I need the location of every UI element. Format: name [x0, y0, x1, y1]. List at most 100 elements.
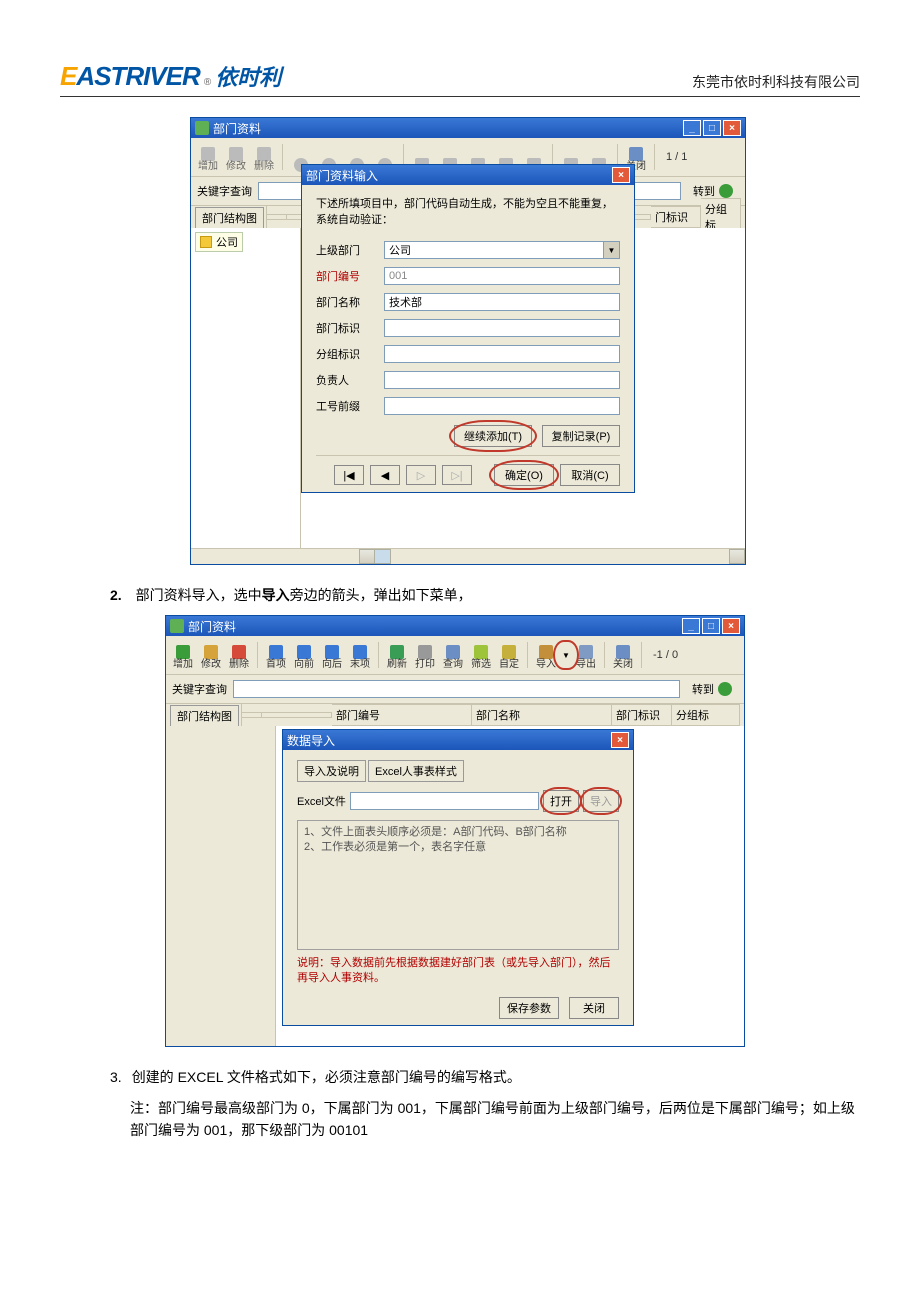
- search-row: 关键字查询 转到: [166, 675, 744, 704]
- col-group-flag[interactable]: 分组标: [672, 704, 740, 726]
- input-owner[interactable]: [384, 371, 620, 389]
- modal-data-import: 数据导入 × 导入及说明 Excel人事表样式 Excel文件 打开: [282, 729, 634, 1026]
- prev-button[interactable]: 向前: [291, 640, 317, 670]
- import-dropdown-arrow[interactable]: ▼: [561, 640, 571, 670]
- scroll-right-button[interactable]: [729, 549, 745, 564]
- modal-titlebar[interactable]: 部门资料输入 ×: [302, 165, 634, 185]
- logo-cn: 依时利: [215, 60, 281, 92]
- window-title: 部门资料: [213, 120, 261, 137]
- window-dept-info-2: 部门资料 _ □ × 增加 修改 删除 首项 向前 向后 末项 刷新 打印 查询…: [165, 615, 745, 1047]
- col-dept-flag[interactable]: 门标识: [651, 206, 701, 228]
- print-button[interactable]: 打印: [412, 640, 438, 670]
- copy-record-button[interactable]: 复制记录(P): [542, 425, 620, 447]
- arrow-right-icon: [718, 682, 732, 696]
- modal-hint: 下述所填项目中，部门代码自动生成，不能为空且不能重复，系统自动验证：: [316, 195, 620, 227]
- scroll-left-button[interactable]: [359, 549, 375, 564]
- nav-next-button[interactable]: ▷: [406, 465, 436, 485]
- label-group-flag: 分组标识: [316, 346, 376, 362]
- input-excel-file[interactable]: [350, 792, 539, 810]
- close-tool-button[interactable]: 关闭: [610, 640, 636, 670]
- ok-button[interactable]: 确定(O): [494, 464, 554, 486]
- nav-prev-button[interactable]: ◀: [370, 465, 400, 485]
- modal-title: 数据导入: [287, 732, 335, 749]
- minimize-button[interactable]: _: [683, 120, 701, 136]
- app-icon: [195, 121, 209, 135]
- cancel-button[interactable]: 取消(C): [560, 464, 620, 486]
- tab-import-desc[interactable]: 导入及说明: [297, 760, 366, 782]
- close-button[interactable]: ×: [722, 618, 740, 634]
- search-input[interactable]: [233, 680, 680, 698]
- titlebar[interactable]: 部门资料 _ □ ×: [166, 616, 744, 636]
- arrow-right-icon: [719, 184, 733, 198]
- import-button[interactable]: 导入: [533, 640, 559, 670]
- chevron-down-icon[interactable]: ▼: [603, 242, 619, 258]
- goto-button[interactable]: 转到: [686, 679, 738, 699]
- modal-title: 部门资料输入: [306, 167, 378, 184]
- toolbar: 增加 修改 删除 首项 向前 向后 末项 刷新 打印 查询 筛选 自定 导入 ▼: [166, 636, 744, 675]
- search-button[interactable]: 查询: [440, 640, 466, 670]
- scroll-thumb[interactable]: [375, 549, 391, 564]
- modal-dept-input: 部门资料输入 × 下述所填项目中，部门代码自动生成，不能为空且不能重复，系统自动…: [301, 164, 635, 493]
- next-button[interactable]: 向后: [319, 640, 345, 670]
- modal-titlebar[interactable]: 数据导入 ×: [283, 730, 633, 750]
- logo-mark-en: ASTRIVER: [76, 61, 199, 91]
- titlebar[interactable]: 部门资料 _ □ ×: [191, 118, 745, 138]
- tree-pane: [166, 726, 276, 1046]
- edit-button[interactable]: 修改: [198, 640, 224, 670]
- combo-value: 公司: [389, 242, 411, 258]
- filter-button[interactable]: 筛选: [468, 640, 494, 670]
- maximize-button[interactable]: □: [703, 120, 721, 136]
- maximize-button[interactable]: □: [702, 618, 720, 634]
- input-dept-flag[interactable]: [384, 319, 620, 337]
- nav-first-button[interactable]: |◀: [334, 465, 364, 485]
- add-button[interactable]: 增加: [195, 142, 221, 172]
- modal-close-button[interactable]: ×: [611, 732, 629, 748]
- caption-3: 3.创建的 EXCEL 文件格式如下，必须注意部门编号的编写格式。: [110, 1067, 860, 1087]
- label-dept-name: 部门名称: [316, 294, 376, 310]
- close-button[interactable]: ×: [723, 120, 741, 136]
- col-dept-flag[interactable]: 部门标识: [612, 704, 672, 726]
- first-button[interactable]: 首项: [263, 640, 289, 670]
- window-dept-info: 部门资料 _ □ × 增加 修改 删除: [190, 117, 746, 565]
- label-prefix: 工号前缀: [316, 398, 376, 414]
- import-note-2: 2、工作表必须是第一个，表名字任意: [304, 840, 612, 855]
- tree-node-company[interactable]: 公司: [195, 232, 243, 252]
- refresh-button[interactable]: 刷新: [384, 640, 410, 670]
- logo-mark-e: E: [60, 61, 76, 91]
- export-button[interactable]: 导出: [573, 640, 599, 670]
- label-dept-code: 部门编号: [316, 268, 376, 284]
- input-prefix[interactable]: [384, 397, 620, 415]
- search-label: 关键字查询: [172, 681, 227, 697]
- tab-excel-format[interactable]: Excel人事表样式: [368, 760, 464, 782]
- custom-button[interactable]: 自定: [496, 640, 522, 670]
- add-button[interactable]: 增加: [170, 640, 196, 670]
- nav-last-button[interactable]: ▷|: [442, 465, 472, 485]
- input-dept-name[interactable]: 技术部: [384, 293, 620, 311]
- save-params-button[interactable]: 保存参数: [499, 997, 559, 1019]
- caption-2: 2. 部门资料导入，选中导入旁边的箭头，弹出如下菜单，: [110, 585, 860, 605]
- edit-button[interactable]: 修改: [223, 142, 249, 172]
- delete-button[interactable]: 删除: [251, 142, 277, 172]
- tab-dept-tree[interactable]: 部门结构图: [170, 705, 239, 726]
- import-file-button[interactable]: 导入: [583, 790, 619, 812]
- import-notes-box: 1、文件上面表头顺序必须是：A部门代码、B部门名称 2、工作表必须是第一个，表名…: [297, 820, 619, 950]
- label-dept-flag: 部门标识: [316, 320, 376, 336]
- last-button[interactable]: 末项: [347, 640, 373, 670]
- delete-button[interactable]: 删除: [226, 640, 252, 670]
- combo-parent-dept[interactable]: 公司 ▼: [384, 241, 620, 259]
- modal-close-button[interactable]: ×: [612, 167, 630, 183]
- minimize-button[interactable]: _: [682, 618, 700, 634]
- window-title: 部门资料: [188, 618, 236, 635]
- input-group-flag[interactable]: [384, 345, 620, 363]
- page-header: EASTRIVER ® 依时利 东莞市依时利科技有限公司: [60, 60, 860, 97]
- app-icon: [170, 619, 184, 633]
- col-dept-name[interactable]: 部门名称: [472, 704, 612, 726]
- label-parent-dept: 上级部门: [316, 242, 376, 258]
- company-name: 东莞市依时利科技有限公司: [692, 72, 860, 92]
- continue-add-button[interactable]: 继续添加(T): [454, 425, 532, 447]
- registered-icon: ®: [204, 77, 211, 88]
- open-file-button[interactable]: 打开: [543, 790, 579, 812]
- tab-dept-tree[interactable]: 部门结构图: [195, 207, 264, 228]
- close-modal-button[interactable]: 关闭: [569, 997, 619, 1019]
- col-dept-code[interactable]: 部门编号: [332, 704, 472, 726]
